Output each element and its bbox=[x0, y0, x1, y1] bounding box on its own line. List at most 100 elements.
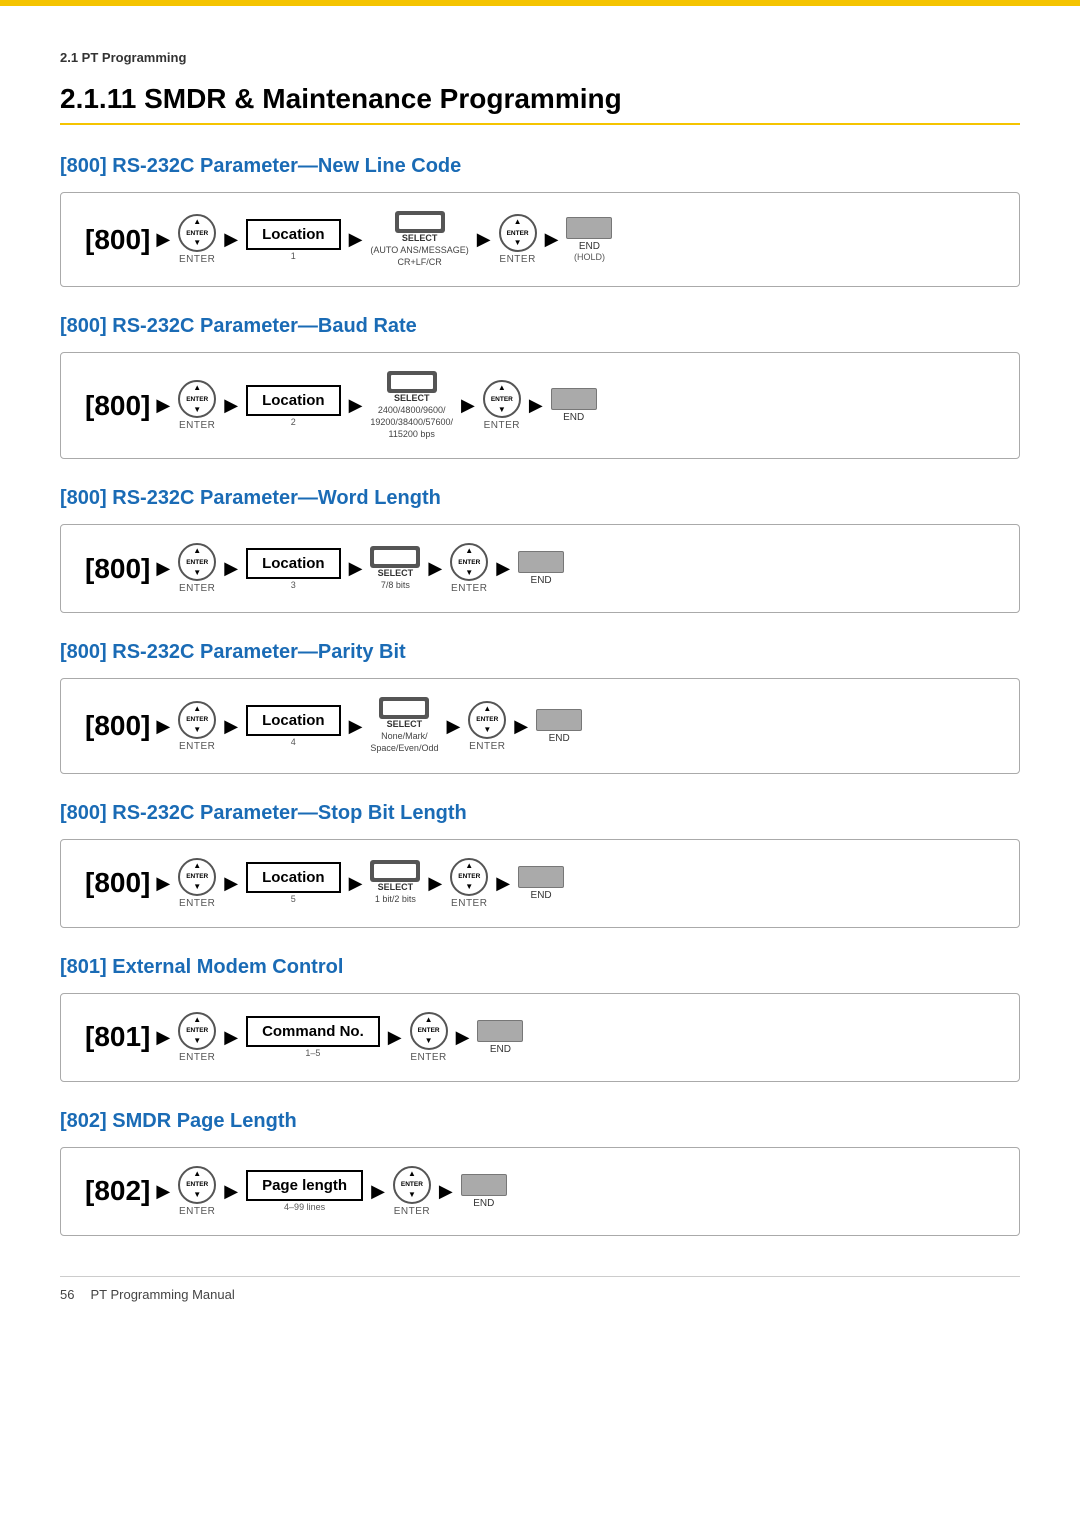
top-bar bbox=[0, 0, 1080, 6]
page: 2.1 PT Programming 2.1.11 SMDR & Mainten… bbox=[0, 0, 1080, 1528]
key-label-s800-baud-rate: [800] bbox=[85, 392, 150, 420]
arrow-icon-s800-baud-rate-3: ▶ bbox=[224, 395, 238, 416]
diagram-s800-word-length: [800]▶▲ENTER▼ENTER▶Location3▶SELECT7/8 b… bbox=[60, 524, 1020, 613]
diagram-s800-parity-bit: [800]▶▲ENTER▼ENTER▶Location4▶SELECTNone/… bbox=[60, 678, 1020, 773]
arrow-icon-s800-new-line-9: ▶ bbox=[545, 229, 559, 250]
arrow-icon-s800-stop-bit-1: ▶ bbox=[156, 873, 170, 894]
location-num-s800-new-line: 1 bbox=[291, 251, 296, 261]
enter-label-s800-baud-rate-8: ENTER bbox=[484, 420, 520, 431]
end-box-s800-stop-bit-10: END bbox=[518, 866, 564, 901]
arrow-icon-s802-smdr-3: ▶ bbox=[224, 1181, 238, 1202]
footer-page-number: 56 bbox=[60, 1287, 74, 1302]
select-rect-s800-word-length bbox=[370, 546, 420, 568]
enter-label-s800-stop-bit-2: ENTER bbox=[179, 898, 215, 909]
enter-label-s801-modem-6: ENTER bbox=[410, 1052, 446, 1063]
enter-label-s800-baud-rate-2: ENTER bbox=[179, 420, 215, 431]
arrow-icon-s800-stop-bit-7: ▶ bbox=[428, 873, 442, 894]
diagram-s800-new-line: [800]▶▲ENTER▼ENTER▶Location1▶SELECT(AUTO… bbox=[60, 192, 1020, 287]
page-length-button-s802-smdr: Page length4–99 lines bbox=[246, 1170, 363, 1212]
end-box-s801-modem-8: END bbox=[477, 1020, 523, 1055]
enter-circle-icon-s800-stop-bit-8: ▲ENTER▼ bbox=[450, 858, 488, 896]
arrow-icon-s800-parity-bit-5: ▶ bbox=[349, 716, 363, 737]
enter-button-s800-stop-bit-2: ▲ENTER▼ENTER bbox=[178, 858, 216, 909]
arrow-icon-s800-word-length-1: ▶ bbox=[156, 558, 170, 579]
end-rect-s802-smdr-8 bbox=[461, 1174, 507, 1196]
diagram-row-s800-stop-bit: [800]▶▲ENTER▼ENTER▶Location5▶SELECT1 bit… bbox=[85, 858, 568, 909]
select-group-s800-new-line: SELECT(AUTO ANS/MESSAGE) CR+LF/CR bbox=[370, 211, 468, 268]
breadcrumb: 2.1 PT Programming bbox=[60, 50, 1020, 65]
enter-button-s800-baud-rate-8: ▲ENTER▼ENTER bbox=[483, 380, 521, 431]
location-button-s800-parity-bit: Location4 bbox=[246, 705, 341, 747]
end-box-s800-new-line-10: END(HOLD) bbox=[566, 217, 612, 262]
enter-circle-icon-s800-new-line-8: ▲ENTER▼ bbox=[499, 214, 537, 252]
enter-button-s800-word-length-2: ▲ENTER▼ENTER bbox=[178, 543, 216, 594]
select-rect-s800-parity-bit bbox=[379, 697, 429, 719]
enter-circle-icon-s800-parity-bit-8: ▲ENTER▼ bbox=[468, 701, 506, 739]
section-title-s800-baud-rate: [800] RS-232C Parameter—Baud Rate bbox=[60, 315, 1020, 338]
arrow-icon-s800-parity-bit-1: ▶ bbox=[156, 716, 170, 737]
end-rect-s800-parity-bit-10 bbox=[536, 709, 582, 731]
location-box-s800-word-length: Location bbox=[246, 548, 341, 579]
arrow-icon-s800-new-line-7: ▶ bbox=[477, 229, 491, 250]
enter-circle-icon-s802-smdr-6: ▲ENTER▼ bbox=[393, 1166, 431, 1204]
location-button-s800-new-line: Location1 bbox=[246, 219, 341, 261]
end-box-s800-parity-bit-10: END bbox=[536, 709, 582, 744]
page-length-box-s802-smdr: Page length bbox=[246, 1170, 363, 1201]
end-rect-s800-new-line-10 bbox=[566, 217, 612, 239]
location-num-s800-baud-rate: 2 bbox=[291, 417, 296, 427]
location-button-s800-stop-bit: Location5 bbox=[246, 862, 341, 904]
enter-label-s800-word-length-8: ENTER bbox=[451, 583, 487, 594]
enter-button-s800-parity-bit-8: ▲ENTER▼ENTER bbox=[468, 701, 506, 752]
footer: 56 PT Programming Manual bbox=[60, 1276, 1020, 1302]
location-box-s800-parity-bit: Location bbox=[246, 705, 341, 736]
section-title-s800-parity-bit: [800] RS-232C Parameter—Parity Bit bbox=[60, 641, 1020, 664]
section-title-s800-word-length: [800] RS-232C Parameter—Word Length bbox=[60, 487, 1020, 510]
arrow-icon-s800-baud-rate-7: ▶ bbox=[461, 395, 475, 416]
select-sub-s800-stop-bit: 1 bit/2 bits bbox=[375, 894, 416, 906]
section-title-s802-smdr: [802] SMDR Page Length bbox=[60, 1110, 1020, 1133]
sections-container: [800] RS-232C Parameter—New Line Code[80… bbox=[60, 155, 1020, 1236]
select-label-s800-word-length: SELECT bbox=[378, 568, 414, 578]
arrow-icon-s800-baud-rate-1: ▶ bbox=[156, 395, 170, 416]
arrow-icon-s800-new-line-5: ▶ bbox=[349, 229, 363, 250]
enter-circle-icon-s801-modem-6: ▲ENTER▼ bbox=[410, 1012, 448, 1050]
enter-circle-icon-s802-smdr-2: ▲ENTER▼ bbox=[178, 1166, 216, 1204]
select-label-s800-stop-bit: SELECT bbox=[378, 882, 414, 892]
diagram-s801-modem: [801]▶▲ENTER▼ENTER▶Command No.1–5▶▲ENTER… bbox=[60, 993, 1020, 1082]
arrow-icon-s801-modem-3: ▶ bbox=[224, 1027, 238, 1048]
diagram-row-s800-parity-bit: [800]▶▲ENTER▼ENTER▶Location4▶SELECTNone/… bbox=[85, 697, 586, 754]
end-box-s800-baud-rate-10: END bbox=[551, 388, 597, 423]
end-label-s801-modem-8: END bbox=[490, 1044, 511, 1055]
arrow-icon-s800-word-length-5: ▶ bbox=[349, 558, 363, 579]
select-label-s800-parity-bit: SELECT bbox=[387, 719, 423, 729]
end-label-s800-new-line-10: END bbox=[579, 241, 600, 252]
enter-button-s800-word-length-8: ▲ENTER▼ENTER bbox=[450, 543, 488, 594]
diagram-row-s802-smdr: [802]▶▲ENTER▼ENTER▶Page length4–99 lines… bbox=[85, 1166, 511, 1217]
end-box-s800-word-length-10: END bbox=[518, 551, 564, 586]
end-box-s802-smdr-8: END bbox=[461, 1174, 507, 1209]
arrow-icon-s801-modem-1: ▶ bbox=[156, 1027, 170, 1048]
enter-label-s800-new-line-8: ENTER bbox=[499, 254, 535, 265]
end-label-s800-parity-bit-10: END bbox=[549, 733, 570, 744]
end-label-s802-smdr-8: END bbox=[473, 1198, 494, 1209]
enter-circle-icon-s801-modem-2: ▲ENTER▼ bbox=[178, 1012, 216, 1050]
select-sub-s800-baud-rate: 2400/4800/9600/ 19200/38400/57600/ 11520… bbox=[370, 405, 453, 440]
enter-label-s800-parity-bit-2: ENTER bbox=[179, 741, 215, 752]
command-box-s801-modem: Command No. bbox=[246, 1016, 380, 1047]
end-label-s800-stop-bit-10: END bbox=[531, 890, 552, 901]
arrow-icon-s800-stop-bit-3: ▶ bbox=[224, 873, 238, 894]
arrow-icon-s800-word-length-7: ▶ bbox=[428, 558, 442, 579]
enter-label-s802-smdr-2: ENTER bbox=[179, 1206, 215, 1217]
enter-circle-icon-s800-baud-rate-2: ▲ENTER▼ bbox=[178, 380, 216, 418]
enter-button-s800-stop-bit-8: ▲ENTER▼ENTER bbox=[450, 858, 488, 909]
command-button-s801-modem: Command No.1–5 bbox=[246, 1016, 380, 1058]
arrow-icon-s800-parity-bit-3: ▶ bbox=[224, 716, 238, 737]
enter-button-s800-baud-rate-2: ▲ENTER▼ ENTER bbox=[178, 380, 216, 431]
enter-circle-icon-s800-word-length-2: ▲ENTER▼ bbox=[178, 543, 216, 581]
enter-button-s802-smdr-2: ▲ENTER▼ ENTER bbox=[178, 1166, 216, 1217]
select-group-s800-parity-bit: SELECTNone/Mark/ Space/Even/Odd bbox=[370, 697, 438, 754]
diagram-s800-stop-bit: [800]▶▲ENTER▼ENTER▶Location5▶SELECT1 bit… bbox=[60, 839, 1020, 928]
enter-button-s800-new-line-2: ▲ENTER▼ENTER bbox=[178, 214, 216, 265]
enter-button-s801-modem-2: ▲ENTER▼ENTER bbox=[178, 1012, 216, 1063]
key-label-s801-modem: [801] bbox=[85, 1023, 150, 1051]
